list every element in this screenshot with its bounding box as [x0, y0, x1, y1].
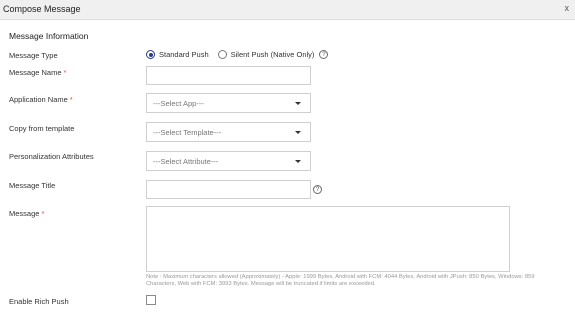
section-title: Message Information	[9, 31, 89, 41]
standard-push-radio[interactable]	[146, 50, 155, 59]
rich-push-label: Enable Rich Push	[9, 297, 69, 306]
rich-push-checkbox[interactable]	[146, 295, 156, 305]
help-icon[interactable]: ?	[313, 185, 322, 194]
message-title-input[interactable]	[146, 180, 311, 199]
message-type-label: Message Type	[9, 51, 58, 60]
message-name-input[interactable]	[146, 66, 311, 85]
select-template-value: ---Select Template---	[153, 128, 222, 137]
close-icon[interactable]: x	[565, 3, 570, 13]
select-attribute-value: ---Select Attribute---	[153, 157, 219, 166]
required-marker: *	[69, 95, 73, 104]
select-attribute-dropdown[interactable]: ---Select Attribute---	[146, 151, 311, 171]
chevron-down-icon	[295, 102, 301, 105]
standard-push-label[interactable]: Standard Push	[159, 50, 209, 59]
chevron-down-icon	[295, 160, 301, 163]
personalization-label: Personalization Attributes	[9, 152, 94, 161]
modal-title: Compose Message	[3, 4, 81, 14]
silent-push-radio[interactable]	[217, 50, 227, 59]
select-template-dropdown[interactable]: ---Select Template---	[146, 122, 311, 142]
select-app-value: ---Select App---	[153, 99, 204, 108]
help-icon[interactable]: ?	[319, 50, 329, 59]
copy-template-label: Copy from template	[9, 124, 75, 133]
message-type-radio-group: Standard Push Silent Push (Native Only) …	[146, 49, 329, 60]
message-limit-note: Note : Maximum characters allowed (Appro…	[146, 274, 535, 287]
message-name-label: Message Name *	[9, 68, 67, 77]
message-title-label: Message Title	[9, 181, 56, 190]
message-textarea[interactable]	[146, 206, 510, 272]
silent-push-label[interactable]: Silent Push (Native Only)	[231, 50, 315, 59]
select-app-dropdown[interactable]: ---Select App---	[146, 93, 311, 113]
application-name-label: Application Name *	[9, 95, 73, 104]
required-marker: *	[63, 68, 67, 77]
message-label: Message *	[9, 209, 45, 218]
chevron-down-icon	[295, 131, 301, 134]
modal-header: Compose Message x	[0, 0, 575, 20]
required-marker: *	[41, 209, 45, 218]
